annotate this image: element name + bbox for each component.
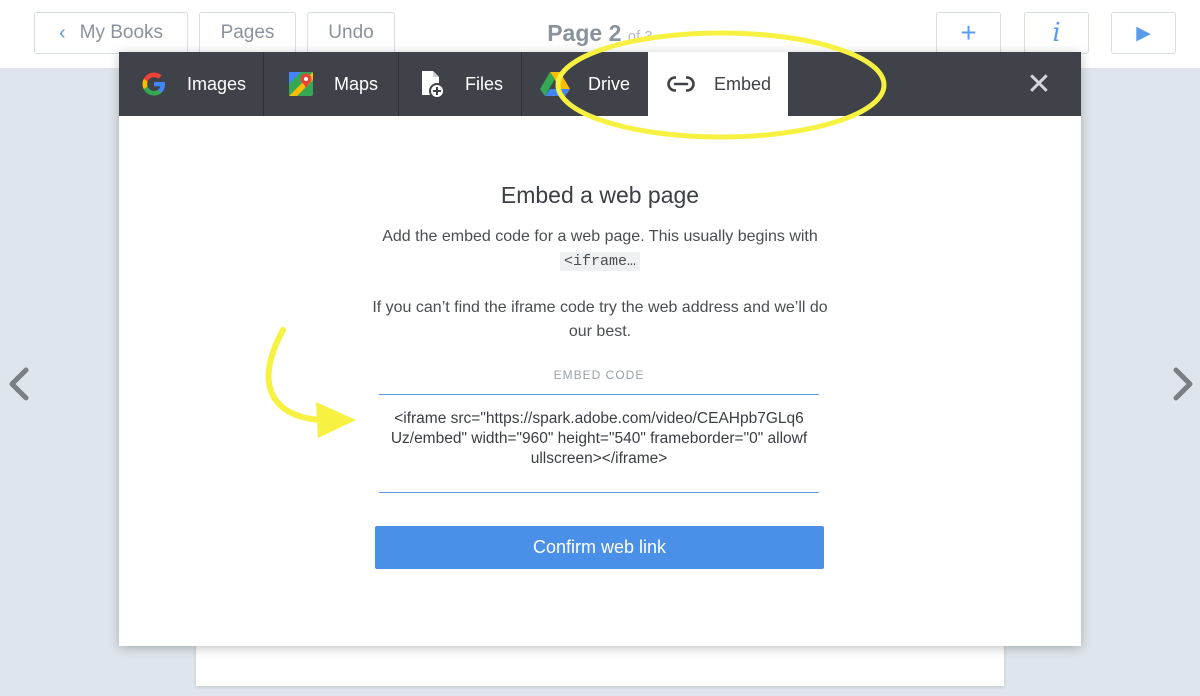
tab-maps[interactable]: Maps [264, 52, 399, 116]
tab-files-label: Files [465, 73, 504, 94]
chevron-right-icon [1173, 367, 1193, 401]
iframe-code-hint: <iframe… [559, 252, 640, 271]
tab-images-label: Images [187, 73, 247, 94]
embed-code-label: EMBED CODE [553, 368, 645, 382]
play-icon: ▶ [1136, 22, 1151, 44]
drive-icon [540, 69, 570, 99]
embed-instructions-text: Add the embed code for a web page. This … [382, 228, 818, 245]
page-number: Page 2 [547, 20, 622, 46]
embed-code-input[interactable]: <iframe src="https://spark.adobe.com/vid… [389, 409, 809, 469]
info-button[interactable]: i [1024, 12, 1089, 54]
close-modal-button[interactable]: ✕ [1021, 66, 1057, 102]
embed-modal: Images Maps Files Drive Embed ✕ Embed a … [119, 52, 1081, 646]
google-icon [139, 69, 169, 99]
maps-icon [286, 69, 316, 99]
file-add-icon [417, 69, 447, 99]
tab-files[interactable]: Files [399, 52, 522, 116]
page-count: of 3 [627, 28, 653, 45]
embed-instructions: Add the embed code for a web page. This … [369, 225, 831, 274]
tab-embed-label: Embed [714, 73, 772, 94]
next-page-arrow[interactable] [1168, 364, 1198, 404]
embed-fallback-hint: If you can’t find the iframe code try th… [372, 299, 828, 340]
close-icon: ✕ [1026, 67, 1052, 101]
page-indicator: Page 2 of 3 [0, 20, 1200, 47]
tab-drive[interactable]: Drive [522, 52, 648, 116]
field-divider [379, 394, 819, 395]
tab-images[interactable]: Images [119, 52, 264, 116]
confirm-web-link-button[interactable]: Confirm web link [375, 526, 824, 569]
tab-drive-label: Drive [588, 73, 631, 94]
prev-page-arrow[interactable] [4, 364, 34, 404]
field-underline [379, 492, 819, 493]
add-page-button[interactable]: + [936, 12, 1001, 54]
tab-embed[interactable]: Embed [648, 52, 788, 116]
tab-maps-label: Maps [334, 73, 379, 94]
link-icon [666, 69, 696, 99]
modal-title: Embed a web page [500, 182, 700, 208]
source-tabbar: Images Maps Files Drive Embed ✕ [119, 52, 1081, 116]
play-button[interactable]: ▶ [1111, 12, 1176, 54]
chevron-left-icon [9, 367, 29, 401]
